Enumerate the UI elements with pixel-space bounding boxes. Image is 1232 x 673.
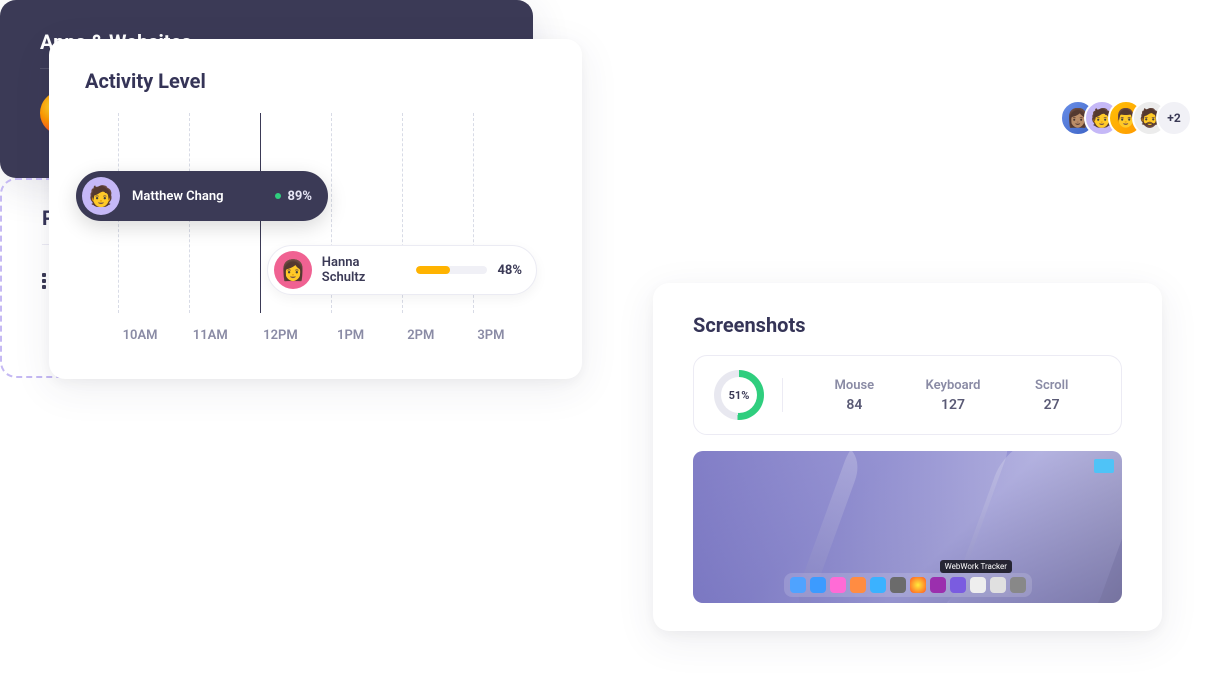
progress-bar [416,266,488,274]
stat-mouse: Mouse 84 [805,378,904,413]
time-label: 3PM [456,328,526,343]
dock-app-icon [930,577,946,593]
time-axis: 10AM 11AM 12PM 1PM 2PM 3PM [85,328,546,343]
screenshot-stats: 51% Mouse 84 Keyboard 127 Scroll 27 [693,355,1122,435]
dock-app-icon [810,577,826,593]
dock-app-icon [850,577,866,593]
dock-app-icon [1010,577,1026,593]
activity-timeline: 🧑 Matthew Chang 89% 👩 Hanna Schultz 48% … [85,113,546,343]
ring-percent: 51% [729,389,750,402]
stat-label: Keyboard [904,378,1003,393]
project-members[interactable]: 👩🏽 🧑 👨 🧔 +2 [1060,100,1192,136]
entry-name: Hanna Schultz [322,255,406,285]
macos-dock [784,573,1032,597]
entry-percent: 89% [287,189,312,204]
dock-tooltip: WebWork Tracker [940,560,1012,573]
dock-app-icon [830,577,846,593]
dock-app-icon [990,577,1006,593]
avatar-icon: 👩 [274,251,312,289]
entry-name: Matthew Chang [132,189,275,204]
stat-value: 84 [805,397,904,413]
stat-keyboard: Keyboard 127 [904,378,1003,413]
divider [782,378,783,412]
avatar-more-count[interactable]: +2 [1156,100,1192,136]
dock-app-icon [890,577,906,593]
avatar-icon: 🧑 [82,177,120,215]
screenshots-title: Screenshots [693,313,1122,337]
status-dot-icon [275,193,281,199]
time-label: 10AM [105,328,175,343]
screenshot-thumbnail[interactable]: WebWork Tracker [693,451,1122,603]
activity-entry-matthew[interactable]: 🧑 Matthew Chang 89% [76,171,328,221]
activity-title: Activity Level [85,69,546,93]
stat-value: 27 [1002,397,1101,413]
activity-ring: 51% [714,370,764,420]
time-label: 12PM [245,328,315,343]
activity-entry-hanna[interactable]: 👩 Hanna Schultz 48% [267,245,537,295]
activity-level-card: Activity Level 🧑 Matthew Chang 89% 👩 Han… [49,39,582,379]
stat-value: 127 [904,397,1003,413]
notification-icon [1094,459,1114,473]
dock-app-icon [910,577,926,593]
stat-label: Scroll [1002,378,1101,393]
screenshots-card: Screenshots 51% Mouse 84 Keyboard 127 Sc… [653,283,1162,631]
time-label: 2PM [386,328,456,343]
dock-app-icon [790,577,806,593]
dock-app-icon [950,577,966,593]
time-label: 1PM [316,328,386,343]
stat-label: Mouse [805,378,904,393]
dock-app-icon [970,577,986,593]
entry-percent: 48% [497,263,522,278]
dock-app-icon [870,577,886,593]
stat-scroll: Scroll 27 [1002,378,1101,413]
time-label: 11AM [175,328,245,343]
